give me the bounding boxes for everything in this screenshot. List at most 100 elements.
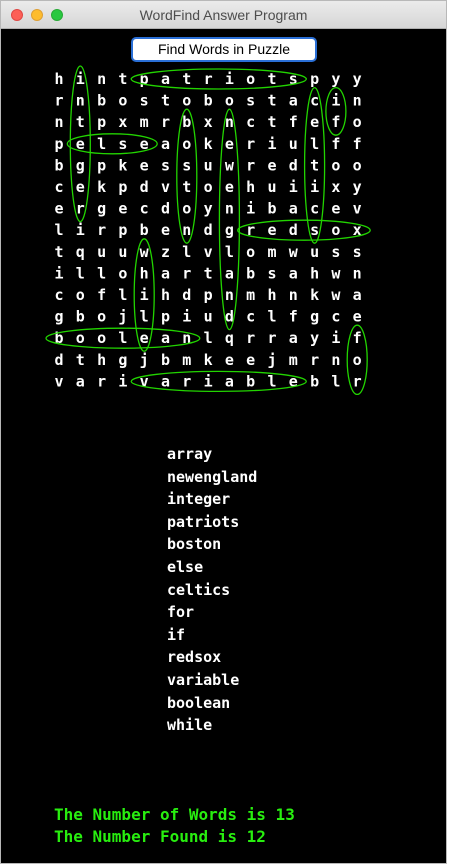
grid-letter: d: [140, 178, 149, 196]
grid-letter: e: [353, 308, 362, 326]
grid-letter: n: [331, 351, 340, 369]
grid-letter: w: [331, 264, 341, 282]
grid-letter: w: [331, 286, 341, 304]
word-list-item: redsox: [167, 648, 222, 667]
grid-letter: l: [54, 221, 63, 239]
grid-letter: a: [289, 200, 298, 218]
grid-letter: b: [182, 113, 191, 131]
grid-letter: e: [140, 329, 149, 347]
grid-letter: g: [76, 156, 85, 174]
grid-letter: m: [289, 351, 298, 369]
grid-letter: u: [97, 243, 106, 261]
word-list: array newengland integer patriots boston else…: [167, 443, 257, 737]
found-word-ring: [130, 68, 307, 90]
grid-letter: s: [267, 264, 276, 282]
grid-letter: a: [161, 372, 170, 390]
grid-letter: o: [353, 113, 362, 131]
grid-letter: p: [310, 70, 319, 88]
grid-letter: d: [182, 286, 191, 304]
grid-letter: h: [267, 286, 276, 304]
grid-letter: m: [267, 243, 276, 261]
grid-letter: h: [97, 351, 106, 369]
grid-letter: d: [289, 156, 298, 174]
grid-letter: o: [97, 308, 106, 326]
grid-letter: y: [204, 200, 213, 218]
grid-letter: d: [161, 200, 170, 218]
grid-letter: f: [289, 113, 298, 131]
grid-letter: p: [118, 178, 127, 196]
grid-letter: b: [140, 221, 149, 239]
grid-letter: k: [204, 135, 213, 153]
grid-letter: e: [140, 156, 149, 174]
grid-letter: i: [331, 329, 340, 347]
grid-letter: w: [289, 243, 299, 261]
grid-letter: v: [204, 243, 213, 261]
grid-letter: s: [331, 243, 340, 261]
found-word-ring: [130, 370, 307, 393]
grid-letter: p: [118, 221, 127, 239]
grid-letter: c: [54, 286, 63, 304]
grid-letter: b: [310, 372, 319, 390]
grid-letter: u: [289, 135, 298, 153]
grid-letter: r: [310, 351, 319, 369]
grid-letter: g: [97, 200, 106, 218]
grid-letter: u: [204, 308, 213, 326]
grid-letter: l: [331, 372, 340, 390]
word-list-item: while: [167, 716, 213, 735]
grid-letter: e: [267, 156, 276, 174]
puzzle-grid: h i n t p a t r i o t s p y yr n b o s t o b o s t a c i nn t p x m r b x n c…: [45, 65, 371, 396]
grid-letter: o: [97, 329, 106, 347]
word-list-item: for: [167, 603, 195, 622]
grid-letter: i: [289, 178, 298, 196]
grid-letter: i: [310, 178, 319, 196]
grid-letter: e: [267, 221, 276, 239]
grid-letter: l: [97, 264, 106, 282]
grid-letter: d: [54, 351, 63, 369]
grid-letter: t: [267, 70, 276, 88]
grid-letter: t: [310, 156, 319, 174]
grid-letter: x: [118, 113, 127, 131]
grid-letter: s: [310, 221, 319, 239]
grid-letter: g: [54, 308, 63, 326]
grid-letter: p: [97, 156, 106, 174]
grid-letter: r: [182, 372, 191, 390]
grid-letter: e: [246, 351, 255, 369]
grid-letter: r: [76, 200, 85, 218]
grid-letter: j: [118, 308, 127, 326]
grid-letter: e: [225, 135, 234, 153]
grid-letter: x: [204, 113, 213, 131]
grid-letter: o: [76, 329, 85, 347]
grid-letter: l: [310, 135, 319, 153]
grid-letter: z: [161, 243, 170, 261]
grid-letter: n: [54, 113, 63, 131]
grid-letter: t: [182, 178, 191, 196]
grid-letter: i: [331, 92, 340, 110]
grid-letter: m: [182, 351, 191, 369]
grid-letter: o: [118, 92, 127, 110]
grid-letter: n: [182, 221, 191, 239]
grid-letter: p: [97, 113, 106, 131]
word-list-item: integer: [167, 490, 231, 509]
grid-letter: f: [331, 135, 340, 153]
grid-letter: v: [54, 372, 63, 390]
grid-letter: r: [54, 92, 63, 110]
grid-letter: w: [225, 156, 235, 174]
grid-letter: y: [353, 70, 362, 88]
grid-letter: i: [246, 200, 255, 218]
grid-letter: e: [225, 178, 234, 196]
grid-letter: o: [246, 70, 255, 88]
grid-letter: e: [310, 113, 319, 131]
find-words-button[interactable]: Find Words in Puzzle: [131, 37, 317, 62]
grid-letter: o: [76, 286, 85, 304]
grid-letter: o: [204, 178, 213, 196]
grid-letter: q: [76, 243, 85, 261]
grid-letter: k: [310, 286, 319, 304]
grid-letter: h: [140, 264, 149, 282]
grid-letter: o: [182, 200, 191, 218]
grid-letter: l: [118, 329, 127, 347]
found-word-ring: [237, 219, 371, 241]
grid-letter: t: [204, 264, 213, 282]
grid-letter: l: [267, 308, 276, 326]
grid-letter: d: [204, 221, 213, 239]
grid-letter: b: [76, 308, 85, 326]
